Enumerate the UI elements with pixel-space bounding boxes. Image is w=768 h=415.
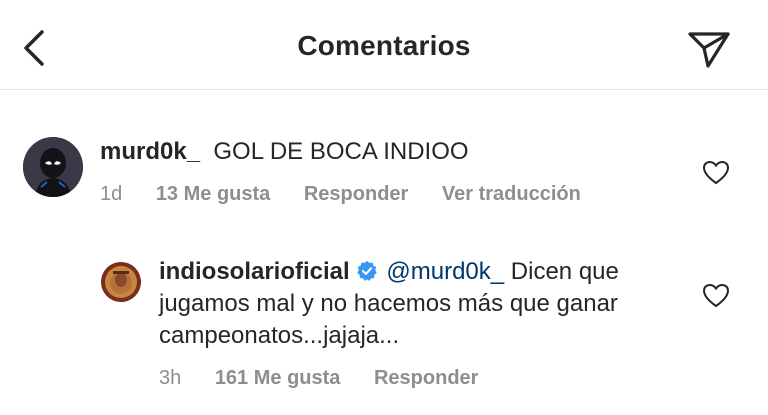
heart-icon (702, 283, 730, 308)
share-button[interactable] (684, 26, 732, 70)
comment-username[interactable]: murd0k_ (100, 138, 200, 165)
user-avatar-icon (101, 262, 141, 302)
verified-badge-icon (356, 260, 377, 281)
comment-body: murd0k_ GOL DE BOCA INDIOO (100, 136, 660, 168)
comment-text: GOL DE BOCA INDIOO (213, 138, 469, 165)
paper-plane-icon (688, 32, 730, 68)
reply-reply-button[interactable]: Responder (374, 367, 478, 389)
page-title: Comentarios (297, 30, 471, 61)
reply-button[interactable]: Responder (304, 183, 408, 205)
reply-time: 3h (159, 367, 182, 389)
reply-body: indiosolarioficial @murd0k_ Dicen que ju… (159, 256, 659, 352)
like-button[interactable] (702, 160, 730, 186)
comment-likes[interactable]: 13 Me gusta (156, 183, 270, 205)
heart-icon (702, 160, 730, 185)
reply-mention[interactable]: @murd0k_ (386, 258, 504, 285)
reply-likes[interactable]: 161 Me gusta (215, 367, 341, 389)
avatar[interactable] (23, 137, 83, 197)
reply-avatar[interactable] (101, 262, 141, 302)
user-avatar-icon (23, 137, 83, 197)
comment-time: 1d (100, 183, 123, 205)
reply-like-button[interactable] (702, 283, 730, 309)
translate-button[interactable]: Ver traducción (442, 183, 581, 205)
header-bar: Comentarios (0, 0, 768, 90)
comment-meta: 1d 13 Me gusta Responder Ver traducción (100, 183, 609, 206)
reply-username[interactable]: indiosolarioficial (159, 258, 350, 285)
reply-meta: 3h 161 Me gusta Responder (159, 367, 506, 390)
